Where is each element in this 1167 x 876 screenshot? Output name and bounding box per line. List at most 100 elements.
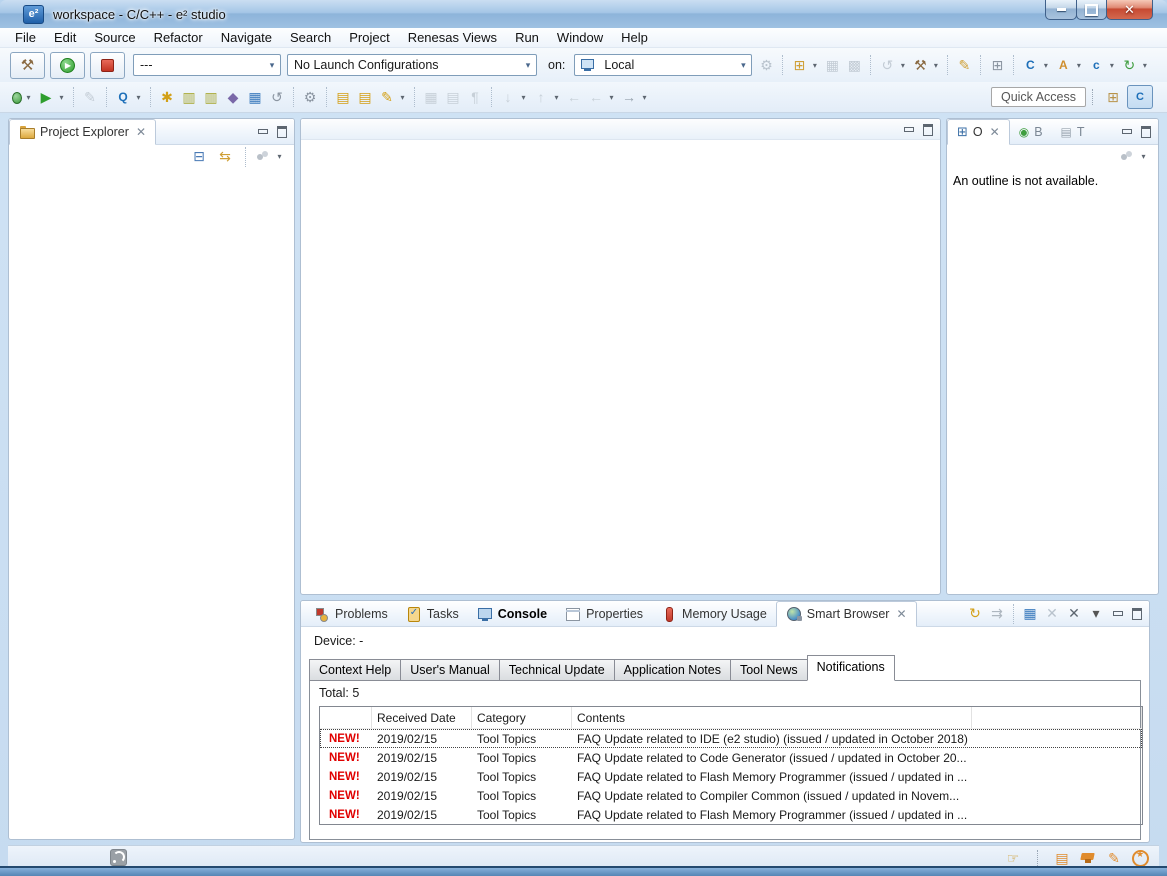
outline-tab[interactable]: ⊞ O ✕ <box>947 119 1010 145</box>
close-tab-icon[interactable]: ✕ <box>136 125 146 139</box>
project-explorer-body[interactable] <box>9 168 294 840</box>
launch-target-select[interactable]: Local ▾ <box>574 54 752 76</box>
close-tab-icon[interactable]: ✕ <box>896 607 906 621</box>
community-star-icon[interactable] <box>1132 850 1149 867</box>
new-wizard-icon[interactable]: ⊞ <box>789 55 809 75</box>
title-bar[interactable]: e² workspace - C/C++ - e² studio ✕ <box>0 0 1167 29</box>
registers-view-icon[interactable]: ▥ <box>201 87 221 107</box>
notification-row[interactable]: NEW!2019/02/15Tool TopicsFAQ Update rela… <box>320 805 1142 824</box>
open-view-icon[interactable]: ⊞ <box>987 55 1007 75</box>
maximize-view-button[interactable] <box>920 122 936 137</box>
close-tab-icon[interactable]: ✕ <box>990 125 1000 139</box>
dropdown-arrow-icon[interactable]: ▾ <box>1139 147 1148 167</box>
notification-row[interactable]: NEW!2019/02/15Tool TopicsFAQ Update rela… <box>320 748 1142 767</box>
settings-gear-icon[interactable]: ⚙ <box>300 87 320 107</box>
build-button[interactable]: ⚒ <box>10 52 45 79</box>
dropdown-arrow-icon[interactable]: ▾ <box>552 87 561 107</box>
quick-access-button[interactable]: Quick Access <box>991 87 1086 107</box>
menu-item-help[interactable]: Help <box>612 28 657 47</box>
dropdown-arrow-icon[interactable]: ▾ <box>1107 55 1116 75</box>
menu-item-refactor[interactable]: Refactor <box>145 28 212 47</box>
dropdown-arrow-icon[interactable]: ▾ <box>24 87 33 107</box>
new-c-project-icon[interactable]: C <box>1020 55 1040 75</box>
new-c-file-icon[interactable]: c <box>1086 55 1106 75</box>
reload-icon[interactable]: ↺ <box>267 87 287 107</box>
maximize-view-button[interactable] <box>1129 606 1145 621</box>
run-coverage-icon[interactable]: ▶ <box>36 87 56 107</box>
dropdown-arrow-icon[interactable]: ▾ <box>810 55 819 75</box>
tab-problems[interactable]: Problems <box>305 601 397 626</box>
launch-configuration-select[interactable]: No Launch Configurations ▾ <box>287 54 537 76</box>
menu-item-search[interactable]: Search <box>281 28 340 47</box>
debug-bug-icon[interactable] <box>8 89 24 105</box>
menu-item-window[interactable]: Window <box>548 28 612 47</box>
view-menu-chevron-icon[interactable]: ▾ <box>1086 604 1106 624</box>
trace-view-icon[interactable]: ◆ <box>223 87 243 107</box>
build-hammer-icon[interactable]: ⚒ <box>910 55 930 75</box>
notification-row[interactable]: NEW!2019/02/15Tool TopicsFAQ Update rela… <box>320 729 1142 748</box>
notification-row[interactable]: NEW!2019/02/15Tool TopicsFAQ Update rela… <box>320 767 1142 786</box>
maximize-view-button[interactable] <box>274 124 290 139</box>
rss-feed-icon[interactable] <box>110 849 127 866</box>
dropdown-arrow-icon[interactable]: ▾ <box>134 87 143 107</box>
open-folder-icon[interactable]: ▤ <box>355 87 375 107</box>
tasks-side-tab[interactable]: ▤ T <box>1052 119 1094 144</box>
open-browser-book-icon[interactable]: ▦ <box>1020 604 1040 624</box>
stop-button[interactable] <box>90 52 125 79</box>
search-flashlight-icon[interactable]: ✎ <box>377 87 397 107</box>
dropdown-arrow-icon[interactable]: ▾ <box>607 87 616 107</box>
editor-area[interactable] <box>300 118 941 595</box>
subtab-tool-news[interactable]: Tool News <box>730 659 808 681</box>
open-tool-folder-icon[interactable]: ▤ <box>333 87 353 107</box>
menu-item-edit[interactable]: Edit <box>45 28 85 47</box>
dropdown-arrow-icon[interactable]: ▾ <box>275 147 284 167</box>
refresh-gold-icon[interactable]: ↻ <box>965 604 985 624</box>
column-header[interactable]: Category <box>472 707 572 728</box>
project-explorer-tab[interactable]: Project Explorer ✕ <box>9 119 156 145</box>
tab-smart-browser[interactable]: Smart Browser✕ <box>776 601 917 627</box>
minimize-view-button[interactable] <box>901 122 917 137</box>
tab-memory-usage[interactable]: Memory Usage <box>652 601 776 626</box>
menu-item-run[interactable]: Run <box>506 28 548 47</box>
dropdown-arrow-icon[interactable]: ▾ <box>898 55 907 75</box>
menu-item-renesas-views[interactable]: Renesas Views <box>399 28 506 47</box>
training-cap-icon[interactable] <box>1080 850 1096 866</box>
code-generator-icon[interactable]: ▦ <box>245 87 265 107</box>
build-configuration-select[interactable]: --- ▾ <box>133 54 281 76</box>
dropdown-arrow-icon[interactable]: ▾ <box>1041 55 1050 75</box>
dropdown-arrow-icon[interactable]: ▾ <box>1140 55 1149 75</box>
subtab-technical-update[interactable]: Technical Update <box>499 659 615 681</box>
window-minimize-button[interactable] <box>1045 0 1077 20</box>
dropdown-arrow-icon[interactable]: ▾ <box>1074 55 1083 75</box>
run-button[interactable]: ▶ <box>50 52 85 79</box>
subtab-application-notes[interactable]: Application Notes <box>614 659 731 681</box>
collapse-all-icon[interactable]: ⊟ <box>189 147 209 167</box>
delete-all-icon[interactable]: ✕ <box>1064 604 1084 624</box>
privacy-hand-icon[interactable]: ☞ <box>1003 848 1023 868</box>
quick-launch-icon[interactable]: Q <box>113 87 133 107</box>
tab-tasks[interactable]: Tasks <box>397 601 468 626</box>
minimize-view-button[interactable] <box>1119 124 1135 139</box>
tab-console[interactable]: Console <box>468 601 556 626</box>
cpp-perspective-button[interactable]: C <box>1127 85 1153 109</box>
minimize-view-button[interactable] <box>255 124 271 139</box>
refresh-green-icon[interactable]: ↻ <box>1119 55 1139 75</box>
tab-properties[interactable]: Properties <box>556 601 652 626</box>
yellow-bug-icon[interactable]: ✱ <box>157 87 177 107</box>
memory-view-icon[interactable]: ▥ <box>179 87 199 107</box>
link-with-editor-icon[interactable]: ⇆ <box>215 147 235 167</box>
dropdown-arrow-icon[interactable]: ▾ <box>640 87 649 107</box>
column-header[interactable]: Received Date <box>372 707 472 728</box>
dropdown-arrow-icon[interactable]: ▾ <box>519 87 528 107</box>
menu-item-source[interactable]: Source <box>85 28 144 47</box>
subtab-context-help[interactable]: Context Help <box>309 659 401 681</box>
new-asm-project-icon[interactable]: A <box>1053 55 1073 75</box>
menu-item-navigate[interactable]: Navigate <box>212 28 281 47</box>
forward-nav-icon[interactable]: → <box>619 87 639 107</box>
dropdown-arrow-icon[interactable]: ▾ <box>931 55 940 75</box>
subtab-user-s-manual[interactable]: User's Manual <box>400 659 500 681</box>
minimize-view-button[interactable] <box>1110 606 1126 621</box>
manual-book-icon[interactable]: ▤ <box>1052 848 1072 868</box>
notification-row[interactable]: NEW!2019/02/15Tool TopicsFAQ Update rela… <box>320 786 1142 805</box>
window-restore-button[interactable] <box>1076 0 1107 20</box>
